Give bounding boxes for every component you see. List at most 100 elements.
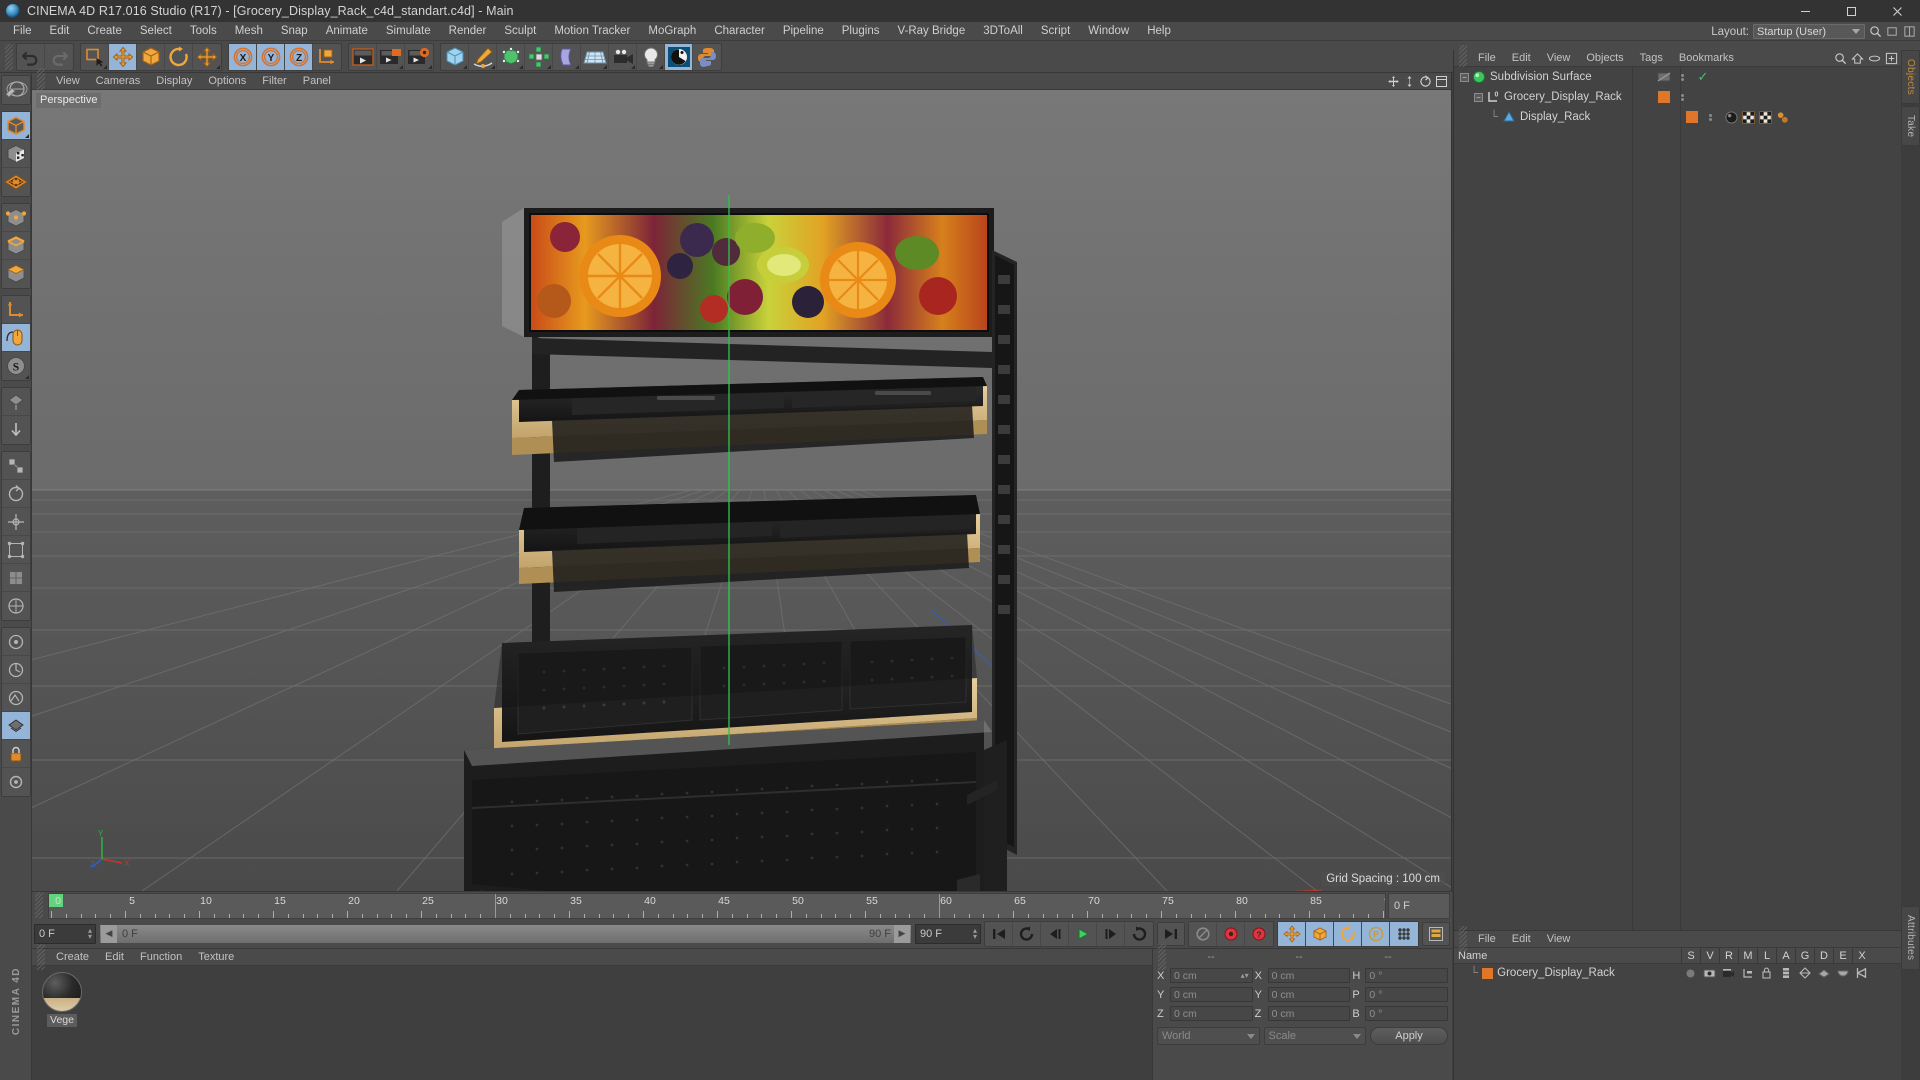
close-button[interactable] — [1874, 0, 1920, 22]
menu-create[interactable]: Create — [78, 22, 131, 41]
solo-toggle-icon[interactable] — [1681, 968, 1700, 979]
layer-color-swatch[interactable] — [1653, 91, 1675, 103]
quantize-icon[interactable] — [1, 684, 30, 712]
attribute-menu-edit[interactable]: Edit — [1504, 931, 1539, 948]
texture-tag-icon[interactable] — [1759, 110, 1772, 124]
column-header-m[interactable]: M — [1738, 947, 1757, 964]
object-row-subdivision-surface[interactable]: − Subdivision Surface ✓ — [1454, 67, 1901, 87]
make-editable-icon[interactable] — [2, 76, 30, 104]
coord-input-pos-y[interactable]: 0 cm — [1170, 987, 1253, 1002]
viewport-menu-view[interactable]: View — [48, 73, 88, 90]
render-settings-icon[interactable] — [405, 44, 433, 70]
coord-input-size-y[interactable]: 0 cm — [1267, 987, 1351, 1002]
transform-mode-dropdown[interactable]: Scale — [1263, 1027, 1366, 1045]
nurbs-icon[interactable] — [497, 43, 525, 70]
texture-mode-icon[interactable] — [1, 140, 30, 168]
play-backwards-loop-icon[interactable] — [1013, 921, 1041, 946]
layout-dropdown[interactable]: Startup (User) — [1753, 24, 1865, 39]
move-dup-icon[interactable] — [193, 44, 221, 70]
range-right-handle[interactable]: ▶ — [894, 924, 910, 943]
menu-help[interactable]: Help — [1138, 22, 1180, 41]
visibility-toggle-dots[interactable] — [1703, 113, 1717, 122]
floor-environment-icon[interactable] — [581, 43, 609, 70]
visibility-dots[interactable] — [1653, 70, 1675, 84]
redo-icon[interactable] — [45, 44, 73, 70]
pan-view-icon[interactable] — [1387, 75, 1400, 88]
enabled-check-icon[interactable]: ✓ — [1689, 69, 1717, 85]
python-icon[interactable] — [693, 44, 721, 70]
menu-tools[interactable]: Tools — [181, 22, 226, 41]
render-view-icon[interactable] — [349, 43, 377, 70]
scale-tool-icon[interactable] — [1, 452, 30, 480]
snap-settings-icon[interactable] — [1, 656, 30, 684]
coord-input-size-z[interactable]: 0 cm — [1267, 1006, 1351, 1021]
generator-toggle-icon[interactable] — [1795, 967, 1814, 979]
step-back-icon[interactable] — [1041, 921, 1069, 946]
column-header-r[interactable]: R — [1719, 947, 1738, 964]
xpresso-toggle-icon[interactable] — [1852, 967, 1871, 979]
manager-toggle-icon[interactable] — [1738, 968, 1757, 979]
menu-sculpt[interactable]: Sculpt — [495, 22, 545, 41]
column-header-e[interactable]: E — [1833, 947, 1852, 964]
apply-button[interactable]: Apply — [1370, 1027, 1448, 1045]
material-manager-grip[interactable] — [37, 944, 45, 970]
material-menu-function[interactable]: Function — [132, 949, 190, 966]
end-frame-field[interactable]: 90 F ▴ ▾ — [915, 923, 981, 944]
object-row-display-rack[interactable]: └ Display_Rack — [1454, 107, 1901, 127]
autokey-off-icon[interactable] — [1189, 921, 1217, 946]
current-frame-field[interactable]: 0 F ▴ ▾ — [34, 923, 96, 944]
expression-toggle-icon[interactable] — [1833, 968, 1852, 978]
texture-axis-icon[interactable] — [2, 592, 30, 620]
timeline-window-icon[interactable] — [1422, 921, 1450, 946]
menu-script[interactable]: Script — [1032, 22, 1079, 41]
go-to-start-icon[interactable] — [985, 921, 1013, 946]
search-icon[interactable] — [1869, 25, 1882, 38]
param-key-icon[interactable]: P — [1362, 921, 1390, 946]
visibility-toggle-dots[interactable] — [1675, 93, 1689, 102]
menu-window[interactable]: Window — [1079, 22, 1138, 41]
lock-z-axis-icon[interactable]: Z — [285, 43, 313, 70]
timeline-end-display[interactable]: 0 F — [1388, 893, 1450, 919]
object-menu-edit[interactable]: Edit — [1504, 50, 1539, 67]
coord-input-pos-z[interactable]: 0 cm — [1170, 1006, 1253, 1021]
coord-input-pos-x[interactable]: 0 cm ▴▾ — [1170, 968, 1253, 983]
cube-primitive-icon[interactable] — [441, 43, 469, 70]
fullscreen-icon[interactable] — [1885, 52, 1898, 65]
scale-key-icon[interactable] — [1306, 921, 1334, 946]
timeline-ruler[interactable]: 0 5 10 15 20 25 30 35 40 45 50 55 60 65 70 75 80 85 90 — [48, 893, 1386, 919]
column-header-x[interactable]: X — [1852, 947, 1871, 964]
material-menu-edit[interactable]: Edit — [97, 949, 132, 966]
lock-y-axis-icon[interactable]: Y — [257, 43, 285, 70]
undo-icon[interactable] — [17, 43, 45, 70]
object-tree[interactable]: − Subdivision Surface ✓ − 0 Grocery_Disp… — [1454, 67, 1901, 930]
live-selection-icon[interactable] — [81, 43, 109, 70]
scale-icon[interactable] — [137, 43, 165, 70]
menu-character[interactable]: Character — [705, 22, 774, 41]
spinner-icon[interactable]: ▴ ▾ — [88, 926, 92, 940]
coord-input-rot-b[interactable]: 0 ° — [1365, 1006, 1449, 1021]
coord-input-rot-h[interactable]: 0 ° — [1365, 968, 1449, 983]
enable-snapping-icon[interactable] — [1, 324, 30, 352]
object-menu-file[interactable]: File — [1470, 50, 1504, 67]
material-tag-icon[interactable] — [1725, 110, 1738, 124]
menu-file[interactable]: File — [4, 22, 41, 41]
rotate-tool-icon[interactable] — [1, 480, 30, 508]
edge-tab-attributes[interactable]: Attributes — [1901, 906, 1920, 970]
keyframe-selection-icon[interactable]: ? — [1245, 922, 1273, 946]
coord-input-rot-p[interactable]: 0 ° — [1365, 987, 1449, 1002]
material-list[interactable]: Vege — [32, 966, 1152, 1080]
window-layout-icon[interactable] — [1903, 25, 1916, 38]
go-to-end-icon[interactable] — [1157, 921, 1185, 946]
toolbar-grip[interactable] — [5, 43, 13, 70]
world-object-coord-icon[interactable] — [313, 44, 341, 70]
model-mode-icon[interactable] — [1, 112, 30, 140]
workplane-lock-icon[interactable] — [1, 388, 30, 416]
animate-layer-icon[interactable] — [1, 628, 30, 656]
layer-color-swatch[interactable] — [1482, 967, 1494, 979]
coordinates-grip[interactable] — [1158, 944, 1166, 970]
object-row-grocery-display-rack[interactable]: − 0 Grocery_Display_Rack — [1454, 87, 1901, 107]
attribute-menu-file[interactable]: File — [1470, 931, 1504, 948]
render-toggle-icon[interactable] — [1719, 968, 1738, 979]
camera-icon[interactable] — [609, 43, 637, 70]
object-menu-tags[interactable]: Tags — [1632, 50, 1671, 67]
